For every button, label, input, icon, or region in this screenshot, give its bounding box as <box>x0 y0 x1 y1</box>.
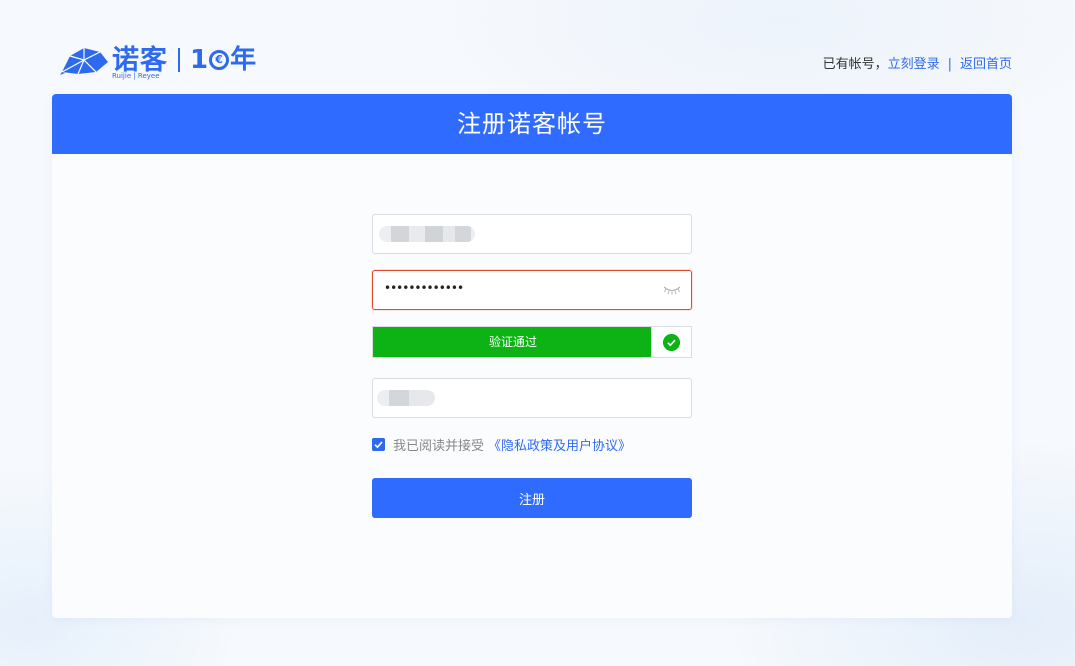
site-logo[interactable]: 诺客 Ruijie | Reyee 1 € 年 <box>60 42 256 80</box>
agree-checkbox[interactable] <box>372 437 385 451</box>
anniversary-circle: € <box>209 50 230 70</box>
agreement-row: 我已阅读并接受 《隐私政策及用户协议》 <box>372 435 631 454</box>
privacy-policy-link[interactable]: 《隐私政策及用户协议》 <box>488 435 631 454</box>
register-button[interactable]: 注册 <box>372 478 692 518</box>
logo-text: 诺客 <box>112 44 168 76</box>
page-title: 注册诺客帐号 <box>52 94 1012 154</box>
password-value: ••••••••••••• <box>384 281 464 295</box>
home-link[interactable]: 返回首页 <box>960 57 1012 72</box>
ruijie-logo-icon <box>60 48 108 75</box>
blurred-username-value <box>379 226 475 242</box>
blurred-code-value <box>377 390 435 406</box>
anniversary-number: 1 <box>190 45 209 75</box>
logo-divider <box>178 48 180 72</box>
agree-text: 我已阅读并接受 <box>393 438 485 454</box>
account-links: 已有帐号，立刻登录 | 返回首页 <box>823 53 1012 72</box>
slider-verification[interactable]: 验证通过 <box>372 326 692 358</box>
verify-status-text: 验证通过 <box>488 335 537 349</box>
login-link[interactable]: 立刻登录 <box>888 57 940 72</box>
check-circle-icon <box>663 334 680 351</box>
verification-code-field[interactable] <box>372 378 692 418</box>
logo-subtext: Ruijie | Reyee <box>112 72 160 80</box>
register-card: 注册诺客帐号 ••••••••••••• 验证通过 我已阅读并接受 《隐私政策及… <box>52 94 1012 618</box>
site-header: 诺客 Ruijie | Reyee 1 € 年 已有帐号，立刻登录 | 返回首页 <box>60 40 1012 84</box>
link-separator: | <box>947 57 952 72</box>
verify-slider-handle[interactable] <box>651 327 691 357</box>
have-account-text: 已有帐号， <box>822 57 888 72</box>
password-field[interactable]: ••••••••••••• <box>372 270 692 310</box>
eye-closed-icon[interactable] <box>663 285 681 295</box>
anniversary-badge: 1 € 年 <box>190 47 256 73</box>
username-field[interactable] <box>372 214 692 254</box>
anniversary-suffix: 年 <box>230 45 257 75</box>
